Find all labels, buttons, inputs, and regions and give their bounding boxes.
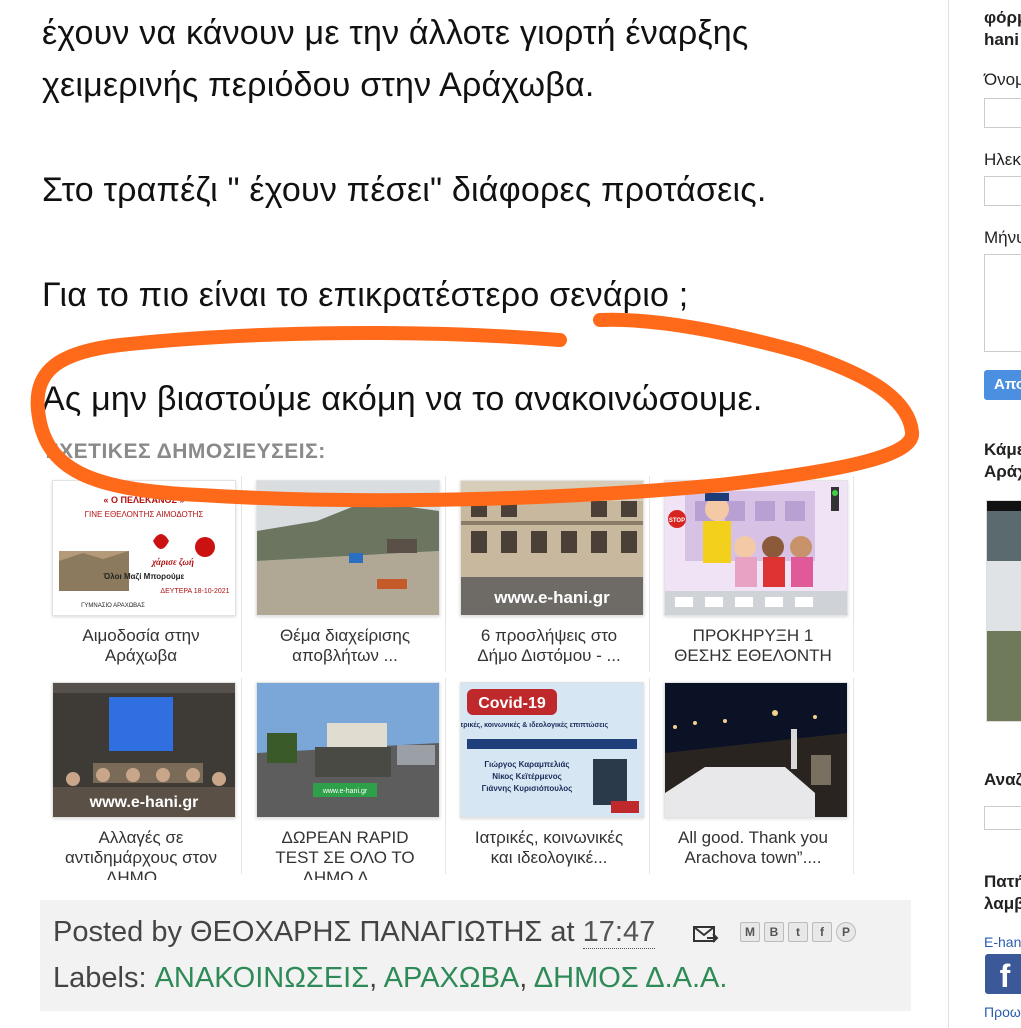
poster-text: Ιατρικές, κοινωνικές & ιδεολογικές επιπτ… bbox=[461, 721, 609, 729]
related-post-thumbnail[interactable]: www.e-hani.gr bbox=[256, 682, 440, 818]
poster-text: Γιάννης Κυρισιόπουλος bbox=[482, 784, 573, 793]
stop-sign-text: STOP bbox=[669, 518, 685, 524]
facebook-page-link[interactable]: E-hani bbox=[984, 934, 1021, 950]
related-post[interactable]: www.e-hani.gr ΔΩΡΕΑΝ RAPID TEST ΣΕ ΟΛΟ Τ… bbox=[250, 678, 446, 880]
night-street-photo bbox=[665, 683, 847, 817]
related-post[interactable]: STOP ΠΡΟΚΗΡΥΞΗ 1 ΘΕΣΗΣ ΕΘΕΛΟΝΤΗ ... bbox=[658, 476, 854, 678]
post-time-link[interactable]: 17:47 bbox=[582, 916, 656, 949]
facebook-icon[interactable]: f bbox=[985, 954, 1021, 994]
search-input[interactable] bbox=[984, 806, 1021, 830]
watermark-text: www.e-hani.gr bbox=[493, 588, 610, 607]
send-button[interactable]: Απο bbox=[984, 370, 1021, 400]
related-post[interactable]: Covid-19 Ιατρικές, κοινωνικές & ιδεολογι… bbox=[454, 678, 650, 874]
related-post-thumbnail[interactable] bbox=[664, 682, 848, 818]
posted-by-line: Posted by ΘΕΟΧΑΡΗΣ ΠΑΝΑΓΙΩΤΗΣ at 17:47 bbox=[53, 916, 656, 949]
post-footer: Posted by ΘΕΟΧΑΡΗΣ ΠΑΝΑΓΙΩΤΗΣ at 17:47 M… bbox=[40, 900, 911, 1011]
article-text-line: Στο τραπέζι " έχουν πέσει" διάφορες προτ… bbox=[42, 171, 767, 209]
article-text-line: έχουν να κάνουν με την άλλοτε γιορτή ένα… bbox=[42, 14, 749, 52]
label-link[interactable]: ΑΡΑΧΩΒΑ bbox=[384, 962, 520, 994]
poster-text: Όλοι Μαζί Μπορούμε bbox=[103, 572, 185, 581]
name-label: Όνομ bbox=[984, 70, 1021, 89]
related-post-caption[interactable]: 6 προσλήψεις στο Δήμο Διστόμου - ... bbox=[464, 626, 634, 678]
related-posts-title: ΣΧΕΤΙΚΕΣ ΔΗΜΟΣΙΕΥΣΕΙΣ: bbox=[46, 440, 326, 463]
widget-title: Πατή bbox=[984, 872, 1021, 891]
blood-donation-poster: « Ο ΠΕΛΕΚΑΝΟΣ » ΓΙΝΕ ΕΘΕΛΟΝΤΗΣ ΑΙΜΟΔΟΤΗΣ… bbox=[53, 481, 235, 615]
name-input[interactable] bbox=[984, 98, 1021, 128]
poster-text: χάρισε ζωή bbox=[150, 557, 194, 567]
poster-text: ΓΙΝΕ ΕΘΕΛΟΝΤΗΣ ΑΙΜΟΔΟΤΗΣ bbox=[85, 510, 204, 519]
search-widget-title: Αναζ bbox=[984, 770, 1021, 789]
contact-form-title: hani bbox=[984, 30, 1019, 49]
poster-text: Γιώργος Καραμπελιάς bbox=[484, 760, 569, 769]
widget-title: Αράχ bbox=[984, 462, 1021, 481]
email-label: Ηλεκ bbox=[984, 150, 1021, 169]
email-input[interactable] bbox=[984, 176, 1021, 206]
poster-title: « Ο ΠΕΛΕΚΑΝΟΣ » bbox=[104, 495, 185, 505]
article-text-line: Ας μην βιαστούμε ακόμη να το ανακοινώσου… bbox=[42, 380, 763, 418]
pinterest-share-icon[interactable]: P bbox=[836, 922, 856, 942]
landscape-photo bbox=[257, 481, 439, 615]
related-post[interactable]: www.e-hani.gr Αλλαγές σε αντιδημάρχους σ… bbox=[46, 678, 242, 880]
related-post-caption[interactable]: All good. Thank you Arachova town”.... bbox=[668, 828, 838, 880]
message-textarea[interactable] bbox=[984, 254, 1021, 352]
labels-prefix: Labels: bbox=[53, 962, 155, 994]
related-post-caption[interactable]: Αιμοδοσία στην Αράχωβα bbox=[56, 626, 226, 678]
building-photo: www.e-hani.gr bbox=[461, 481, 643, 615]
widget-title: λαμβ bbox=[984, 894, 1021, 913]
label-separator: , bbox=[369, 962, 384, 994]
article-text-line: χειμερινής περιόδου στην Αράχωβα. bbox=[42, 66, 595, 104]
related-post-caption[interactable]: ΠΡΟΚΗΡΥΞΗ 1 ΘΕΣΗΣ ΕΘΕΛΟΝΤΗ ... bbox=[668, 626, 838, 678]
at-label: at bbox=[542, 916, 583, 948]
poster-text: Νίκος Κεϊτέρμενος bbox=[492, 772, 562, 781]
labels-line: Labels: ΑΝΑΚΟΙΝΩΣΕΙΣ, ΑΡΑΧΩΒΑ, ΔΗΜΟΣ Δ.Α… bbox=[53, 962, 727, 995]
main-column: έχουν να κάνουν με την άλλοτε γιορτή ένα… bbox=[0, 0, 948, 1028]
label-link[interactable]: ΔΗΜΟΣ Δ.Α.Α. bbox=[534, 962, 728, 994]
related-post[interactable]: All good. Thank you Arachova town”.... bbox=[658, 678, 854, 874]
related-post-caption[interactable]: Αλλαγές σε αντιδημάρχους στον ΔΗΜΟ ... bbox=[56, 828, 226, 880]
test-site-photo: www.e-hani.gr bbox=[257, 683, 439, 817]
widget-image[interactable] bbox=[986, 500, 1021, 722]
poster-title: Covid-19 bbox=[478, 695, 546, 712]
twitter-share-icon[interactable]: t bbox=[788, 922, 808, 942]
related-post-thumbnail[interactable]: www.e-hani.gr bbox=[52, 682, 236, 818]
related-post[interactable]: « Ο ΠΕΛΕΚΑΝΟΣ » ΓΙΝΕ ΕΘΕΛΟΝΤΗΣ ΑΙΜΟΔΟΤΗΣ… bbox=[46, 476, 242, 672]
email-post-icon[interactable] bbox=[693, 924, 719, 944]
related-post-thumbnail[interactable]: Covid-19 Ιατρικές, κοινωνικές & ιδεολογι… bbox=[460, 682, 644, 818]
email-share-icon[interactable]: M bbox=[740, 922, 760, 942]
author-link[interactable]: ΘΕΟΧΑΡΗΣ ΠΑΝΑΓΙΩΤΗΣ bbox=[190, 916, 542, 948]
blog-this-icon[interactable]: B bbox=[764, 922, 784, 942]
watermark-text: www.e-hani.gr bbox=[322, 788, 368, 795]
related-post[interactable]: www.e-hani.gr 6 προσλήψεις στο Δήμο Διστ… bbox=[454, 476, 650, 672]
related-post-caption[interactable]: Θέμα διαχείρισης αποβλήτων ... bbox=[260, 626, 430, 678]
article-text-line: Για το πιο είναι το επικρατέστερο σενάρι… bbox=[42, 276, 689, 314]
message-label: Μήνυ bbox=[984, 228, 1021, 247]
widget-title: Κάμε bbox=[984, 440, 1021, 459]
covid-event-poster: Covid-19 Ιατρικές, κοινωνικές & ιδεολογι… bbox=[461, 683, 643, 817]
related-post-thumbnail[interactable]: STOP bbox=[664, 480, 848, 616]
label-separator: , bbox=[519, 962, 534, 994]
promote-link[interactable]: Προω bbox=[984, 1004, 1021, 1020]
crossing-guard-illustration: STOP bbox=[665, 481, 847, 615]
poster-text: ΔΕΥΤΕΡΑ 18-10-2021 bbox=[160, 588, 229, 595]
watermark-text: www.e-hani.gr bbox=[89, 794, 199, 811]
contact-form-title: φόρμ bbox=[984, 8, 1021, 27]
related-post-thumbnail[interactable] bbox=[256, 480, 440, 616]
sidebar: φόρμ hani Όνομ Ηλεκ Μήνυ Απο Κάμε Αράχ Α… bbox=[949, 0, 1021, 1028]
council-meeting-photo: www.e-hani.gr bbox=[53, 683, 235, 817]
related-post-caption[interactable]: ΔΩΡΕΑΝ RAPID TEST ΣΕ ΟΛΟ ΤΟ ΔΗΜΟ Δ.... bbox=[260, 828, 430, 880]
related-post[interactable]: Θέμα διαχείρισης αποβλήτων ... bbox=[250, 476, 446, 672]
posted-by-label: Posted by bbox=[53, 916, 191, 948]
facebook-share-icon[interactable]: f bbox=[812, 922, 832, 942]
related-post-caption[interactable]: Ιατρικές, κοινωνικές και ιδεολογικέ... bbox=[464, 828, 634, 880]
related-post-thumbnail[interactable]: « Ο ΠΕΛΕΚΑΝΟΣ » ΓΙΝΕ ΕΘΕΛΟΝΤΗΣ ΑΙΜΟΔΟΤΗΣ… bbox=[52, 480, 236, 616]
poster-text: ΓΥΜΝΑΣΙΟ ΑΡΑΧΩΒΑΣ bbox=[81, 603, 145, 609]
related-post-thumbnail[interactable]: www.e-hani.gr bbox=[460, 480, 644, 616]
label-link[interactable]: ΑΝΑΚΟΙΝΩΣΕΙΣ bbox=[155, 962, 370, 994]
